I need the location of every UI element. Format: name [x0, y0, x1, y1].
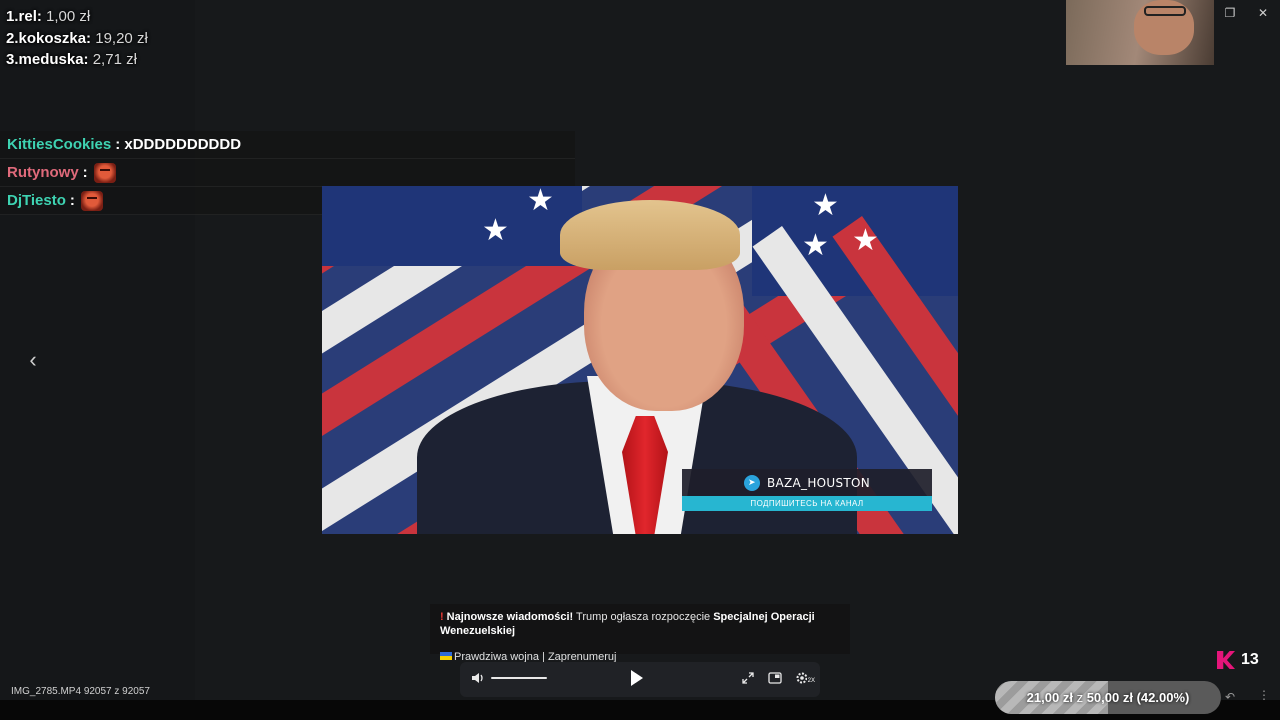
settings-icon[interactable]: 2X [792, 670, 816, 691]
ranking-row: 3.meduska: 2,71 zł [6, 51, 137, 68]
goal-text: 21,00 zł z 50,00 zł (42.00%) [1026, 690, 1190, 705]
share-icon[interactable]: ↶ [1225, 690, 1235, 704]
subscribe-banner: ПОДПИШИТЕСЬ НА КАНАЛ [682, 496, 932, 511]
chat-username: DjTiesto [7, 192, 66, 209]
chat-username: Rutynowy [7, 164, 79, 181]
ukraine-flag-icon [440, 652, 452, 660]
viewer-counter: 13 [1217, 651, 1259, 669]
more-icon[interactable]: ⋮ [1258, 688, 1270, 702]
chat-text: : [82, 164, 88, 181]
video-player[interactable]: ★ ★ ★ ★ ★ ➤ BAZA_HOUSTON ПОДПИШИТЕСЬ НА … [322, 186, 958, 534]
channel-name: BAZA_HOUSTON [766, 475, 871, 490]
player-controls: 2X [460, 662, 820, 697]
emote-icon [80, 190, 103, 211]
chat-username: KittiesCookies [7, 136, 112, 153]
speed-badge: 2X [806, 671, 816, 691]
file-label: IMG_2785.MP4 92057 z 92057 [11, 686, 150, 697]
restore-icon[interactable]: ❐ [1222, 5, 1238, 21]
close-icon[interactable]: ✕ [1255, 5, 1271, 21]
ranking-row: 1.rel: 1,00 zł [6, 8, 91, 25]
chevron-left-icon[interactable]: ‹ [22, 347, 44, 373]
picture-in-picture-icon[interactable] [765, 670, 785, 690]
volume-slider[interactable] [491, 677, 547, 679]
play-icon[interactable] [631, 670, 643, 686]
telegram-icon: ➤ [743, 474, 760, 491]
webcam-overlay [1066, 0, 1214, 65]
emote-icon [93, 162, 116, 183]
kick-logo-icon [1217, 651, 1235, 669]
volume-icon[interactable] [468, 670, 488, 690]
fullscreen-icon[interactable] [738, 670, 758, 690]
ranking-row: 2.kokoszka: 19,20 zł [6, 29, 148, 47]
chat-message: KittiesCookies : xDDDDDDDDDD [0, 131, 575, 159]
chat-text: : xDDDDDDDDDD [115, 136, 242, 153]
donation-goal: 21,00 zł z 50,00 zł (42.00%) [995, 681, 1221, 714]
chat-text: : [69, 192, 75, 209]
channel-badge: ➤ BAZA_HOUSTON ПОДПИШИТЕСЬ НА КАНАЛ [682, 469, 932, 511]
chat-message: Rutynowy : [0, 159, 575, 187]
exclamation-icon: ! [440, 611, 444, 623]
viewer-count: 13 [1241, 651, 1259, 668]
donation-ranking: 1.rel: 1,00 zł 2.kokoszka: 19,20 zł 3.me… [6, 6, 148, 71]
media-caption: ! Najnowsze wiadomości! Trump ogłasza roz… [430, 604, 850, 663]
